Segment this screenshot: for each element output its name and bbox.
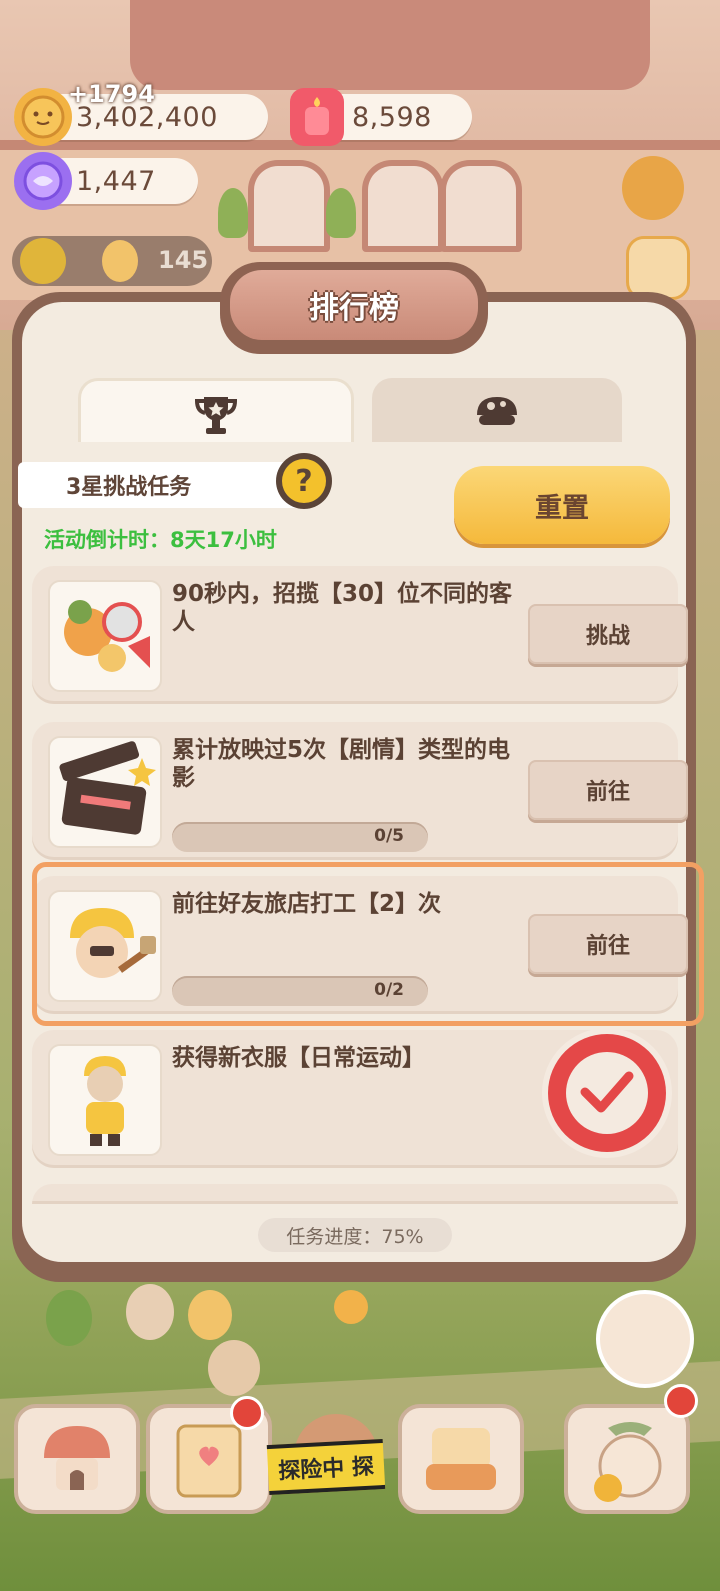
reset-button[interactable]: 重置 xyxy=(454,466,670,544)
mushroom-icon xyxy=(477,397,517,425)
settings-gear-icon[interactable] xyxy=(622,156,684,220)
candle-icon xyxy=(290,88,344,146)
villager-character xyxy=(126,1284,174,1340)
villager-character xyxy=(334,1290,368,1324)
furniture-icon xyxy=(426,1428,496,1490)
nav-furniture-button[interactable] xyxy=(398,1404,524,1514)
task-card: 累计放映过5次【剧情】类型的电影 前往 0/5 xyxy=(32,722,688,860)
challenge-label: 3星挑战任务 xyxy=(18,462,318,508)
tab-trophy[interactable] xyxy=(78,378,354,449)
candle-amount: 8,598 xyxy=(352,101,432,133)
notification-dot xyxy=(230,1396,264,1430)
fishing-character-icon xyxy=(594,1422,662,1502)
level-counter: 145 xyxy=(12,236,212,286)
panel-title: 排行榜 xyxy=(230,270,478,340)
background-tree xyxy=(326,188,356,238)
panel-title-plate: 排行榜 xyxy=(220,262,488,354)
stamp-card-icon[interactable] xyxy=(626,236,690,300)
coin-gain-text: +1794 xyxy=(68,80,155,108)
cookie-character-icon xyxy=(102,240,138,282)
go-button[interactable]: 前往 xyxy=(528,760,688,820)
background-tree xyxy=(218,188,248,238)
trophy-icon xyxy=(194,397,238,434)
mushroom-house-icon xyxy=(44,1426,110,1490)
tab-mushroom[interactable] xyxy=(372,378,622,446)
villager-character xyxy=(208,1340,260,1396)
checkmark-icon xyxy=(580,1071,634,1113)
cat-avatar-button[interactable] xyxy=(596,1290,694,1388)
villager-character xyxy=(46,1290,92,1346)
task-description: 获得新衣服【日常运动】 xyxy=(172,1045,425,1071)
candle-counter: 8,598 xyxy=(290,88,472,146)
task-description: 累计放映过5次【剧情】类型的电影 xyxy=(172,737,511,791)
completed-stamp xyxy=(548,1034,666,1152)
highlight-annotation xyxy=(32,862,704,1026)
cookie-coin-icon xyxy=(14,88,72,146)
task-card: 90秒内，招揽【30】位不同的客人 挑战 xyxy=(32,566,688,704)
task-progress-label: 0/5 xyxy=(374,826,404,846)
task-description: 90秒内，招揽【30】位不同的客人 xyxy=(172,581,513,635)
event-countdown: 活动倒计时：8天17小时 xyxy=(44,528,277,552)
question-icon: ? xyxy=(282,459,326,503)
sun-icon xyxy=(20,238,66,284)
nav-fishing-button[interactable] xyxy=(564,1404,690,1514)
villager-character xyxy=(188,1290,232,1340)
explore-status-banner: 探险中 探 xyxy=(266,1438,386,1496)
nav-home-button[interactable] xyxy=(14,1404,140,1514)
gem-amount: 1,447 xyxy=(76,165,156,197)
background-locked-door xyxy=(440,160,522,252)
task-progress-bar: 0/5 xyxy=(172,822,428,852)
background-roof xyxy=(130,0,650,90)
customers-task-icon xyxy=(48,580,162,692)
challenge-button[interactable]: 挑战 xyxy=(528,604,688,664)
task-card: 获得新衣服【日常运动】 xyxy=(32,1030,678,1168)
background-door xyxy=(248,160,330,252)
sportswear-outfit-icon xyxy=(48,1044,162,1156)
task-progress-summary: 任务进度：75% xyxy=(258,1218,452,1252)
background-vip-door xyxy=(362,160,444,252)
gem-counter: 1,447 xyxy=(14,152,198,210)
clapperboard-icon xyxy=(48,736,162,848)
notification-dot xyxy=(664,1384,698,1418)
level-count: 145 xyxy=(158,246,209,274)
candy-gem-icon xyxy=(14,152,72,210)
task-card-partial xyxy=(32,1184,678,1204)
help-button[interactable]: ? xyxy=(276,453,332,509)
